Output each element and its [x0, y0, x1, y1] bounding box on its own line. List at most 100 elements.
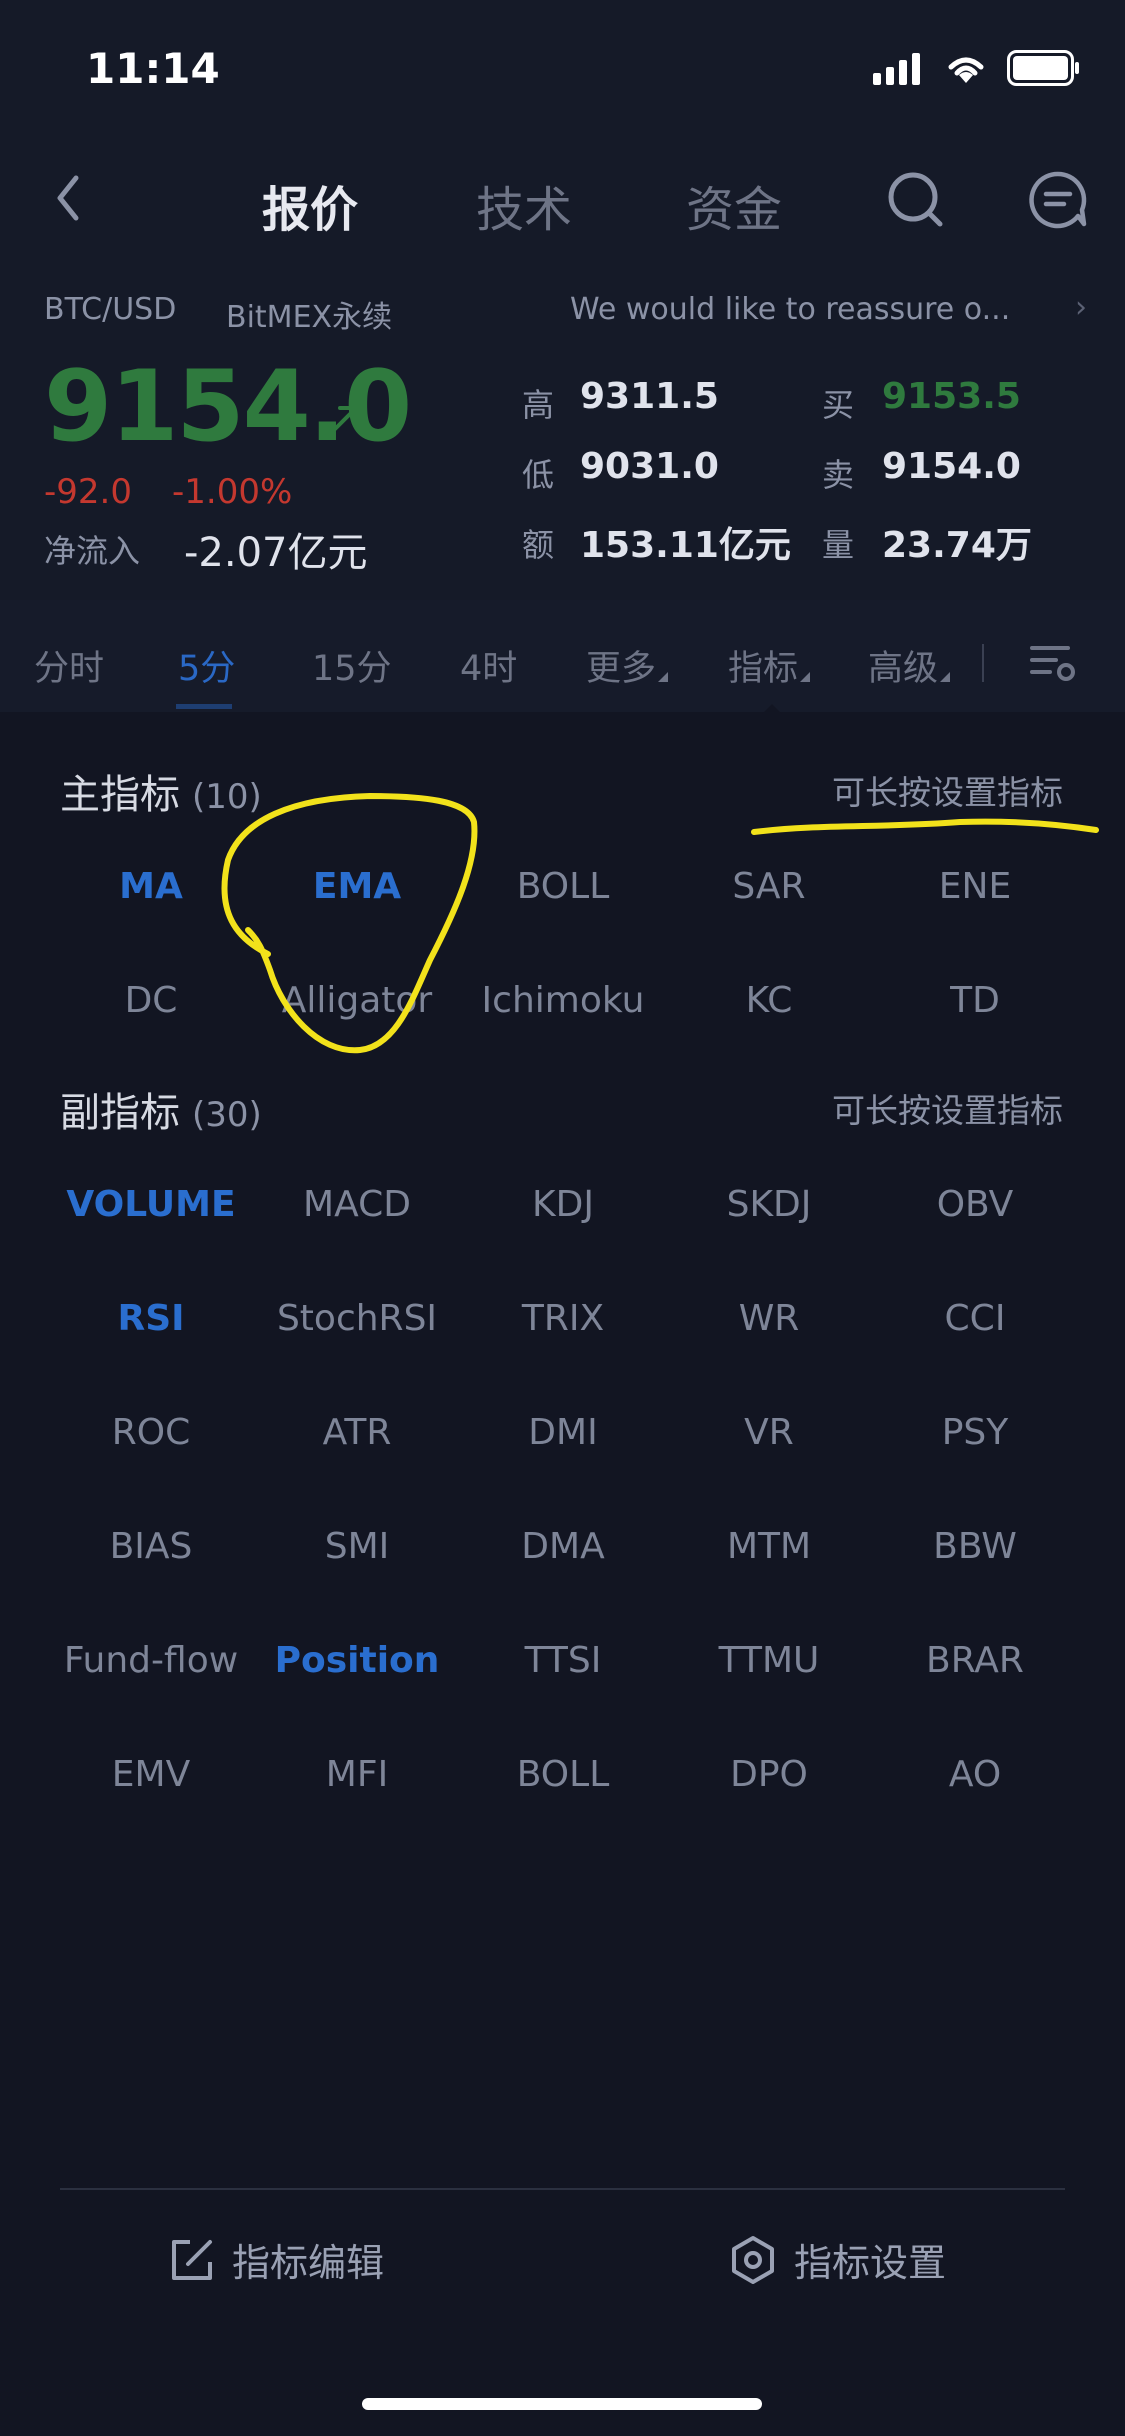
- sub-indicator-macd[interactable]: MACD: [254, 1184, 460, 1225]
- active-tab-underline: [176, 704, 232, 709]
- chevron-right-icon[interactable]: ›: [1075, 290, 1087, 325]
- main-indicator-kc[interactable]: KC: [666, 980, 872, 1021]
- main-indicator-boll[interactable]: BOLL: [460, 866, 666, 907]
- period-tabs: 分时 5分 15分 4时 更多 指标 高级: [0, 600, 1125, 712]
- sub-indicator-mtm[interactable]: MTM: [666, 1526, 872, 1567]
- edit-indicators-label: 指标编辑: [232, 2241, 385, 2285]
- wifi-icon: [948, 57, 984, 83]
- sub-indicator-skdj[interactable]: SKDJ: [666, 1184, 872, 1225]
- period-tab-15min[interactable]: 15分: [312, 640, 392, 691]
- sub-indicator-atr[interactable]: ATR: [254, 1412, 460, 1453]
- indicator-panel: [0, 712, 1125, 2436]
- sub-indicator-dma[interactable]: DMA: [460, 1526, 666, 1567]
- exchange-name: BitMEX永续: [226, 300, 393, 335]
- period-tab-4h[interactable]: 4时: [460, 640, 517, 691]
- period-tab-advanced-label: 高级: [868, 649, 939, 689]
- sub-indicator-dmi[interactable]: DMI: [460, 1412, 666, 1453]
- sub-indicator-stochrsi[interactable]: StochRSI: [254, 1298, 460, 1339]
- main-indicator-sar[interactable]: SAR: [666, 866, 872, 907]
- edit-indicators-button[interactable]: 指标编辑: [168, 2232, 384, 2287]
- home-indicator: [362, 2398, 762, 2410]
- main-indicator-dc[interactable]: DC: [48, 980, 254, 1021]
- sub-indicator-roc[interactable]: ROC: [48, 1412, 254, 1453]
- panel-pointer: [762, 704, 782, 714]
- sub-indicator-brar[interactable]: BRAR: [872, 1640, 1078, 1681]
- sub-indicator-ttsi[interactable]: TTSI: [460, 1640, 666, 1681]
- sub-indicators-hint: 可长按设置指标: [832, 1091, 1063, 1130]
- sub-indicator-ttmu[interactable]: TTMU: [666, 1640, 872, 1681]
- price-change-percent: -1.00%: [172, 472, 293, 512]
- ask-label: 卖: [822, 456, 855, 494]
- sub-indicator-boll[interactable]: BOLL: [460, 1754, 666, 1795]
- period-tab-timeshare[interactable]: 分时: [34, 640, 104, 691]
- header-region: 11:14 报价 技术 资金 BTC/USD BitMEX永续 We would…: [0, 0, 1125, 600]
- back-arrow-icon[interactable]: [44, 168, 94, 228]
- chat-icon[interactable]: [1026, 168, 1090, 232]
- period-tab-advanced[interactable]: 高级: [868, 640, 951, 691]
- sub-indicator-dpo[interactable]: DPO: [666, 1754, 872, 1795]
- main-indicators-title-text: 主指标: [60, 772, 180, 818]
- tab-quote[interactable]: 报价: [262, 170, 358, 240]
- net-inflow-value: -2.07亿元: [184, 530, 368, 576]
- chart-settings-icon[interactable]: [1028, 640, 1078, 684]
- cellular-signal-icon: [873, 53, 920, 85]
- bid-label: 买: [822, 386, 855, 424]
- search-icon[interactable]: [884, 168, 948, 232]
- period-tab-indicators[interactable]: 指标: [728, 640, 811, 691]
- tab-technical[interactable]: 技术: [476, 170, 572, 240]
- sub-indicator-rsi[interactable]: RSI: [48, 1298, 254, 1339]
- sub-indicator-position[interactable]: Position: [254, 1640, 460, 1681]
- turnover-label: 额: [522, 526, 555, 564]
- price-change: -92.0: [44, 472, 132, 512]
- sub-indicator-smi[interactable]: SMI: [254, 1526, 460, 1567]
- sub-indicator-wr[interactable]: WR: [666, 1298, 872, 1339]
- sub-indicator-trix[interactable]: TRIX: [460, 1298, 666, 1339]
- sub-indicator-vr[interactable]: VR: [666, 1412, 872, 1453]
- trading-pair[interactable]: BTC/USD: [44, 292, 176, 327]
- main-indicator-ma[interactable]: MA: [48, 866, 254, 907]
- arrow-up-right-icon: [332, 406, 358, 432]
- indicator-settings-button[interactable]: 指标设置: [728, 2232, 946, 2287]
- main-indicator-ene[interactable]: ENE: [872, 866, 1078, 907]
- low-label: 低: [522, 456, 555, 494]
- main-indicator-alligator[interactable]: Alligator: [254, 980, 460, 1021]
- main-indicator-ema[interactable]: EMA: [254, 866, 460, 907]
- sub-indicator-kdj[interactable]: KDJ: [460, 1184, 666, 1225]
- sub-indicators-title-text: 副指标: [60, 1090, 180, 1136]
- sub-indicator-bbw[interactable]: BBW: [872, 1526, 1078, 1567]
- sub-indicator-ao[interactable]: AO: [872, 1754, 1078, 1795]
- status-time: 11:14: [86, 44, 220, 93]
- main-indicators-count: (10): [192, 777, 262, 817]
- dropdown-triangle-icon: [800, 672, 811, 682]
- period-tab-5min[interactable]: 5分: [178, 640, 235, 691]
- tab-capital[interactable]: 资金: [686, 170, 782, 240]
- main-indicators-title: 主指标 (10): [60, 762, 262, 820]
- sub-indicator-fund-flow[interactable]: Fund-flow: [48, 1640, 254, 1681]
- sub-indicator-bias[interactable]: BIAS: [48, 1526, 254, 1567]
- sub-indicator-obv[interactable]: OBV: [872, 1184, 1078, 1225]
- dropdown-triangle-icon: [658, 672, 669, 682]
- sub-indicator-cci[interactable]: CCI: [872, 1298, 1078, 1339]
- sub-indicator-mfi[interactable]: MFI: [254, 1754, 460, 1795]
- sub-indicator-psy[interactable]: PSY: [872, 1412, 1078, 1453]
- news-ticker[interactable]: We would like to reassure o...: [570, 292, 1070, 327]
- high-label: 高: [522, 386, 555, 424]
- ticker-panel: BTC/USD BitMEX永续 We would like to reassu…: [0, 280, 1125, 600]
- bid-value: 9153.5: [882, 376, 1021, 417]
- ask-value: 9154.0: [882, 446, 1021, 487]
- screen: 11:14 报价 技术 资金 BTC/USD BitMEX永续 We would…: [0, 0, 1125, 2436]
- main-indicator-td[interactable]: TD: [872, 980, 1078, 1021]
- status-icons: [873, 50, 1081, 86]
- sub-indicators-count: (30): [192, 1095, 262, 1135]
- tab-divider: [982, 644, 984, 682]
- sub-indicators-title: 副指标 (30): [60, 1080, 262, 1138]
- period-tab-more[interactable]: 更多: [586, 640, 669, 691]
- sub-indicator-volume[interactable]: VOLUME: [48, 1184, 254, 1225]
- turnover-value: 153.11亿元: [580, 525, 791, 566]
- hexagon-settings-icon: [732, 2235, 774, 2284]
- sub-indicator-emv[interactable]: EMV: [48, 1754, 254, 1795]
- volume-label: 量: [822, 526, 855, 564]
- low-value: 9031.0: [580, 446, 719, 487]
- main-indicator-ichimoku[interactable]: Ichimoku: [460, 980, 666, 1021]
- period-tab-more-label: 更多: [586, 649, 657, 689]
